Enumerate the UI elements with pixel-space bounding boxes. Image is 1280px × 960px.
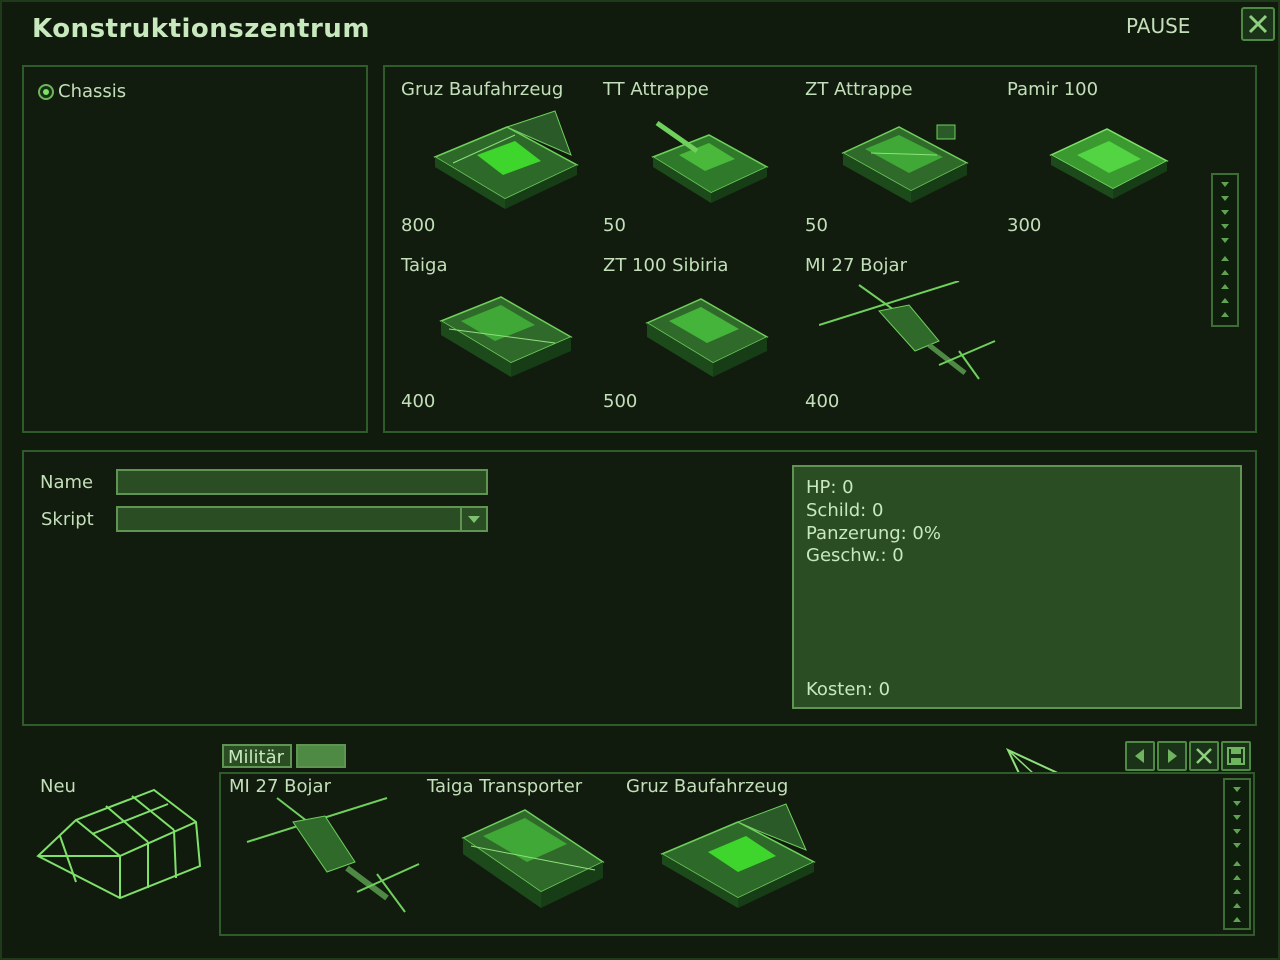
saved-designs-scrollbar[interactable] [1223, 778, 1251, 930]
arrow-up-icon [1221, 269, 1229, 275]
vehicle-grid-scrollbar[interactable] [1211, 173, 1239, 327]
arrow-up-icon [1221, 297, 1229, 303]
scroll-up-button[interactable] [1227, 782, 1247, 852]
stats-box: HP: 0 Schild: 0 Panzerung: 0% Geschw.: 0… [792, 465, 1242, 709]
arrow-down-icon [1221, 209, 1229, 215]
vehicle-card-tt-attrappe[interactable]: TT Attrappe 50 [603, 79, 799, 243]
vehicle-cost: 300 [1007, 215, 1042, 236]
arrow-up-icon [1221, 283, 1229, 289]
tab-extra[interactable] [296, 744, 346, 768]
vehicle-name: ZT Attrappe [805, 79, 913, 100]
vehicle-card-zt-100-sibiria[interactable]: ZT 100 Sibiria 500 [603, 255, 799, 419]
name-input[interactable] [116, 469, 488, 495]
arrow-down-icon [1221, 223, 1229, 229]
tracked-vehicle-icon [439, 296, 573, 377]
tab-militar-label: Militär [228, 747, 285, 768]
delete-button[interactable] [1189, 741, 1219, 771]
stat-speed: Geschw.: 0 [806, 545, 904, 566]
saved-design-taiga-transporter[interactable]: Taiga Transporter [427, 776, 623, 936]
vehicle-cost: 50 [603, 215, 626, 236]
vehicle-cost: 400 [805, 391, 840, 412]
arrow-up-icon [1233, 874, 1241, 880]
saved-design-gruz-baufahrzeug[interactable]: Gruz Baufahrzeug [626, 776, 822, 936]
arrow-up-icon [1233, 916, 1241, 922]
vehicle-name: Pamir 100 [1007, 79, 1099, 100]
next-button[interactable] [1157, 741, 1187, 771]
vehicle-cost: 500 [603, 391, 638, 412]
arrow-down-icon [1233, 814, 1241, 820]
saved-design-mi-27-bojar[interactable]: MI 27 Bojar [229, 776, 425, 936]
save-icon [1227, 747, 1245, 765]
arrow-up-icon [1233, 860, 1241, 866]
saved-design-name: Taiga Transporter [427, 776, 583, 797]
vehicle-name: TT Attrappe [603, 79, 709, 100]
saved-design-name: MI 27 Bojar [229, 776, 331, 797]
stat-hp: HP: 0 [806, 477, 854, 498]
radio-selected-icon[interactable] [38, 83, 54, 100]
vehicle-cost: 400 [401, 391, 436, 412]
tab-militar[interactable]: Militär [222, 744, 292, 768]
arrow-up-icon [1221, 255, 1229, 261]
close-button[interactable] [1241, 7, 1275, 41]
save-button[interactable] [1221, 741, 1251, 771]
stat-armor: Panzerung: 0% [806, 523, 941, 544]
vehicle-name: Gruz Baufahrzeug [401, 79, 564, 100]
script-label: Skript [41, 509, 94, 530]
arrow-left-icon [1135, 749, 1144, 763]
stat-shield: Schild: 0 [806, 500, 884, 521]
tank-icon [651, 120, 769, 203]
close-icon [1248, 14, 1268, 34]
vehicle-cost: 50 [805, 215, 828, 236]
vehicle-card-gruz-baufahrzeug[interactable]: Gruz Baufahrzeug 800 [401, 79, 597, 243]
stat-cost: Kosten: 0 [806, 679, 891, 700]
vehicle-cost: 800 [401, 215, 436, 236]
vehicle-chassis-grid: Gruz Baufahrzeug 800 TT Attrappe 50 ZT A… [383, 65, 1257, 433]
arrow-right-icon [1168, 749, 1177, 763]
vehicle-card-taiga[interactable]: Taiga 400 [401, 255, 597, 419]
heavy-tank-icon [841, 124, 969, 203]
scroll-down-button[interactable] [1215, 251, 1235, 321]
construction-vehicle-icon [660, 803, 816, 908]
delete-icon [1196, 748, 1212, 764]
arrow-down-icon [1233, 842, 1241, 848]
vehicle-card-zt-attrappe[interactable]: ZT Attrappe 50 [805, 79, 1001, 243]
vehicle-name: ZT 100 Sibiria [603, 255, 729, 276]
arrow-down-icon [1233, 786, 1241, 792]
script-dropdown-button[interactable] [460, 506, 488, 532]
new-design-wireframe-icon[interactable] [36, 786, 202, 902]
arrow-up-icon [1221, 311, 1229, 317]
arrow-down-icon [1233, 800, 1241, 806]
page-title: Konstruktionszentrum [32, 14, 370, 44]
chassis-category-option[interactable]: Chassis [38, 81, 126, 102]
saved-design-name: Gruz Baufahrzeug [626, 776, 789, 797]
previous-button[interactable] [1125, 741, 1155, 771]
tracked-vehicle-icon [645, 298, 769, 377]
helicopter-icon [246, 797, 420, 913]
vehicle-name: Taiga [401, 255, 448, 276]
vehicle-card-mi-27-bojar[interactable]: MI 27 Bojar 400 [805, 255, 1001, 419]
chassis-category-panel: Chassis [22, 65, 368, 433]
arrow-up-icon [1233, 888, 1241, 894]
light-tank-icon [1049, 128, 1169, 199]
script-select[interactable] [116, 506, 462, 532]
arrow-down-icon [1221, 195, 1229, 201]
scroll-up-button[interactable] [1215, 177, 1235, 247]
scroll-down-button[interactable] [1227, 856, 1247, 926]
helicopter-icon [819, 281, 996, 380]
name-label: Name [40, 472, 94, 493]
vehicle-card-pamir-100[interactable]: Pamir 100 300 [1007, 79, 1203, 243]
saved-designs-panel: MI 27 Bojar Taiga Transporter Gruz Baufa… [219, 772, 1255, 936]
pause-button[interactable]: PAUSE [1126, 14, 1190, 38]
arrow-down-icon [1221, 181, 1229, 187]
construction-vehicle-icon [433, 110, 579, 209]
arrow-up-icon [1233, 902, 1241, 908]
tracked-vehicle-icon [461, 809, 605, 908]
arrow-down-icon [1221, 237, 1229, 243]
chassis-category-label: Chassis [58, 81, 127, 102]
vehicle-name: MI 27 Bojar [805, 255, 907, 276]
arrow-down-icon [1233, 828, 1241, 834]
